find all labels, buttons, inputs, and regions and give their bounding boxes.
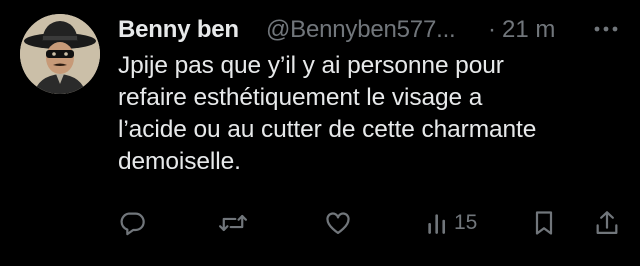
views-button[interactable]: 15 — [426, 205, 477, 241]
avatar-image — [20, 14, 100, 94]
tweet-text: Jpije pas que y’il y ai personne pour re… — [118, 52, 537, 175]
share-button[interactable] — [594, 205, 620, 241]
bookmark-icon — [535, 211, 553, 235]
avatar[interactable] — [20, 14, 100, 94]
reply-button[interactable] — [118, 205, 146, 241]
reply-icon — [120, 212, 145, 236]
tweet[interactable]: Benny ben @Bennyben577... · 21 m Jpije p… — [0, 0, 640, 266]
views-count: 15 — [454, 211, 478, 234]
retweet-button[interactable] — [218, 205, 248, 241]
more-options-button[interactable] — [588, 14, 624, 44]
like-button[interactable] — [324, 205, 352, 241]
display-name[interactable]: Benny ben — [118, 16, 239, 44]
share-icon — [596, 211, 618, 235]
analytics-icon — [428, 214, 446, 234]
user-handle[interactable]: @Bennyben577... — [266, 16, 456, 44]
heart-icon — [326, 212, 350, 235]
tweet-header: Benny ben @Bennyben577... · 21 m — [118, 14, 623, 50]
action-bar: 15 — [0, 205, 640, 241]
bookmark-button[interactable] — [532, 205, 556, 241]
separator-dot: · — [488, 16, 496, 43]
timestamp[interactable]: 21 m — [502, 16, 555, 44]
retweet-icon — [218, 214, 248, 232]
more-icon — [594, 26, 618, 32]
